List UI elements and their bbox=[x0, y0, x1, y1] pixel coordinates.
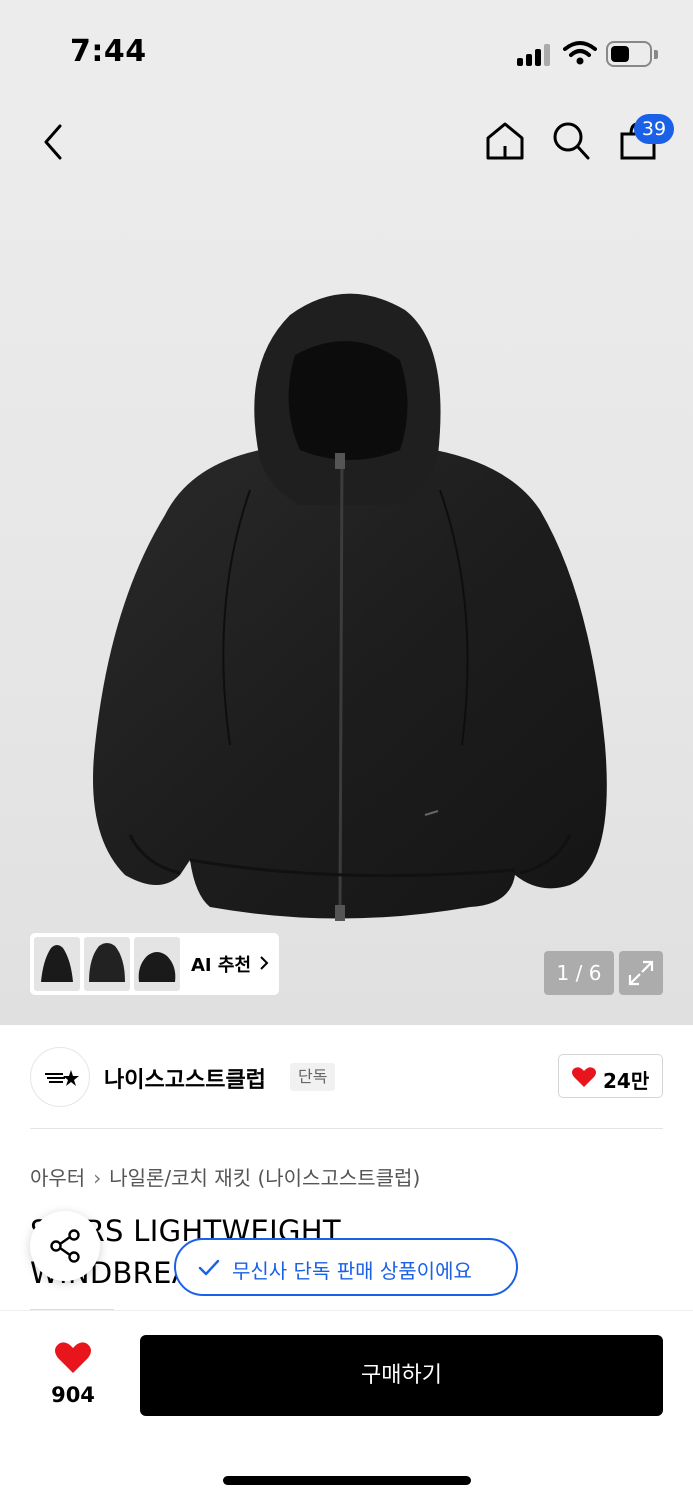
thumbnail-strip[interactable]: AI 추천 bbox=[30, 933, 279, 995]
expand-icon bbox=[628, 960, 654, 986]
home-icon[interactable] bbox=[484, 120, 526, 162]
status-bar: 7:44 bbox=[0, 0, 693, 100]
product-image[interactable] bbox=[70, 275, 630, 950]
ai-recommend-label[interactable]: AI 추천 bbox=[191, 951, 251, 977]
home-indicator bbox=[223, 1476, 471, 1485]
chevron-right-icon: › bbox=[93, 1166, 102, 1190]
search-icon[interactable] bbox=[551, 120, 591, 162]
product-gallery[interactable]: 39 AI 추천 1 / 6 bbox=[0, 100, 693, 1025]
check-icon bbox=[198, 1259, 220, 1276]
breadcrumb-category[interactable]: 아우터 bbox=[30, 1166, 85, 1190]
exclusive-badge: 단독 bbox=[290, 1063, 336, 1091]
buy-button[interactable]: 구매하기 bbox=[140, 1335, 663, 1416]
back-icon[interactable] bbox=[36, 122, 72, 162]
brand-logo[interactable] bbox=[30, 1047, 90, 1107]
expand-button[interactable] bbox=[619, 951, 663, 995]
bottom-action-bar: 904 구매하기 bbox=[0, 1310, 693, 1500]
chevron-right-icon bbox=[260, 956, 269, 970]
thumbnail-1[interactable] bbox=[34, 937, 80, 991]
brand-logo-icon bbox=[45, 1070, 79, 1086]
wifi-icon bbox=[563, 41, 597, 65]
brand-row[interactable]: 나이스고스트클럽 단독 24만 bbox=[0, 1025, 693, 1129]
signal-icon bbox=[517, 44, 555, 66]
wish-count: 904 bbox=[51, 1383, 95, 1407]
page-indicator: 1 / 6 bbox=[544, 951, 614, 995]
brand-like-button[interactable]: 24만 bbox=[558, 1054, 663, 1098]
breadcrumb-subcategory[interactable]: 나일론/코치 재킷 (나이스고스트클럽) bbox=[109, 1166, 420, 1190]
exclusive-toast: 무신사 단독 판매 상품이에요 bbox=[174, 1238, 518, 1296]
thumbnail-2[interactable] bbox=[84, 937, 130, 991]
breadcrumb: 아우터 › 나일론/코치 재킷 (나이스고스트클럽) bbox=[30, 1162, 420, 1191]
battery-icon bbox=[606, 41, 658, 67]
brand-name[interactable]: 나이스고스트클럽 bbox=[104, 1062, 266, 1094]
divider bbox=[30, 1128, 663, 1129]
heart-icon bbox=[572, 1067, 596, 1087]
thumbnail-3[interactable] bbox=[134, 937, 180, 991]
toast-text: 무신사 단독 판매 상품이에요 bbox=[232, 1259, 472, 1283]
status-time: 7:44 bbox=[70, 34, 147, 69]
share-icon bbox=[50, 1229, 80, 1263]
share-button[interactable] bbox=[30, 1211, 100, 1281]
cart-count-badge: 39 bbox=[634, 114, 674, 144]
wish-heart-icon[interactable] bbox=[54, 1341, 92, 1375]
brand-like-count: 24만 bbox=[603, 1069, 650, 1093]
